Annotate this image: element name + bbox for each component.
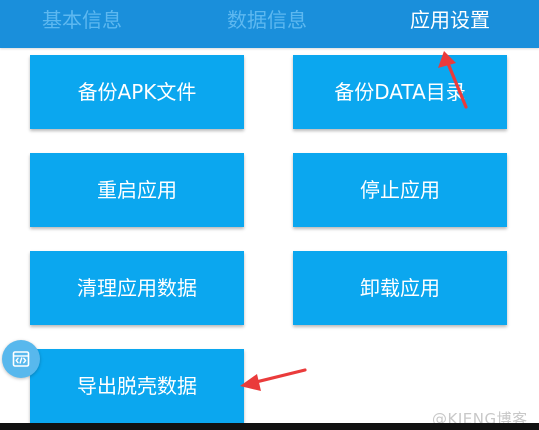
app-settings-screen: 基本信息 数据信息 应用设置 备份APK文件 备份DATA目录 重启应用 停止应… <box>0 0 539 430</box>
export-unpacked-data-button[interactable]: 导出脱壳数据 <box>30 349 244 423</box>
tab-basic-info[interactable]: 基本信息 <box>42 0 122 40</box>
restart-app-button[interactable]: 重启应用 <box>30 153 244 227</box>
floating-developer-button[interactable] <box>2 340 40 378</box>
uninstall-app-button[interactable]: 卸载应用 <box>293 251 507 325</box>
bottom-edge <box>0 423 539 430</box>
tab-data-info[interactable]: 数据信息 <box>227 0 307 40</box>
top-tab-bar: 基本信息 数据信息 应用设置 <box>0 0 539 48</box>
backup-data-directory-button[interactable]: 备份DATA目录 <box>293 55 507 129</box>
stop-app-button[interactable]: 停止应用 <box>293 153 507 227</box>
backup-apk-button[interactable]: 备份APK文件 <box>30 55 244 129</box>
clear-app-data-button[interactable]: 清理应用数据 <box>30 251 244 325</box>
code-window-icon <box>12 351 30 367</box>
tab-app-settings[interactable]: 应用设置 <box>410 0 490 40</box>
arrow-pointer-icon <box>240 368 307 391</box>
